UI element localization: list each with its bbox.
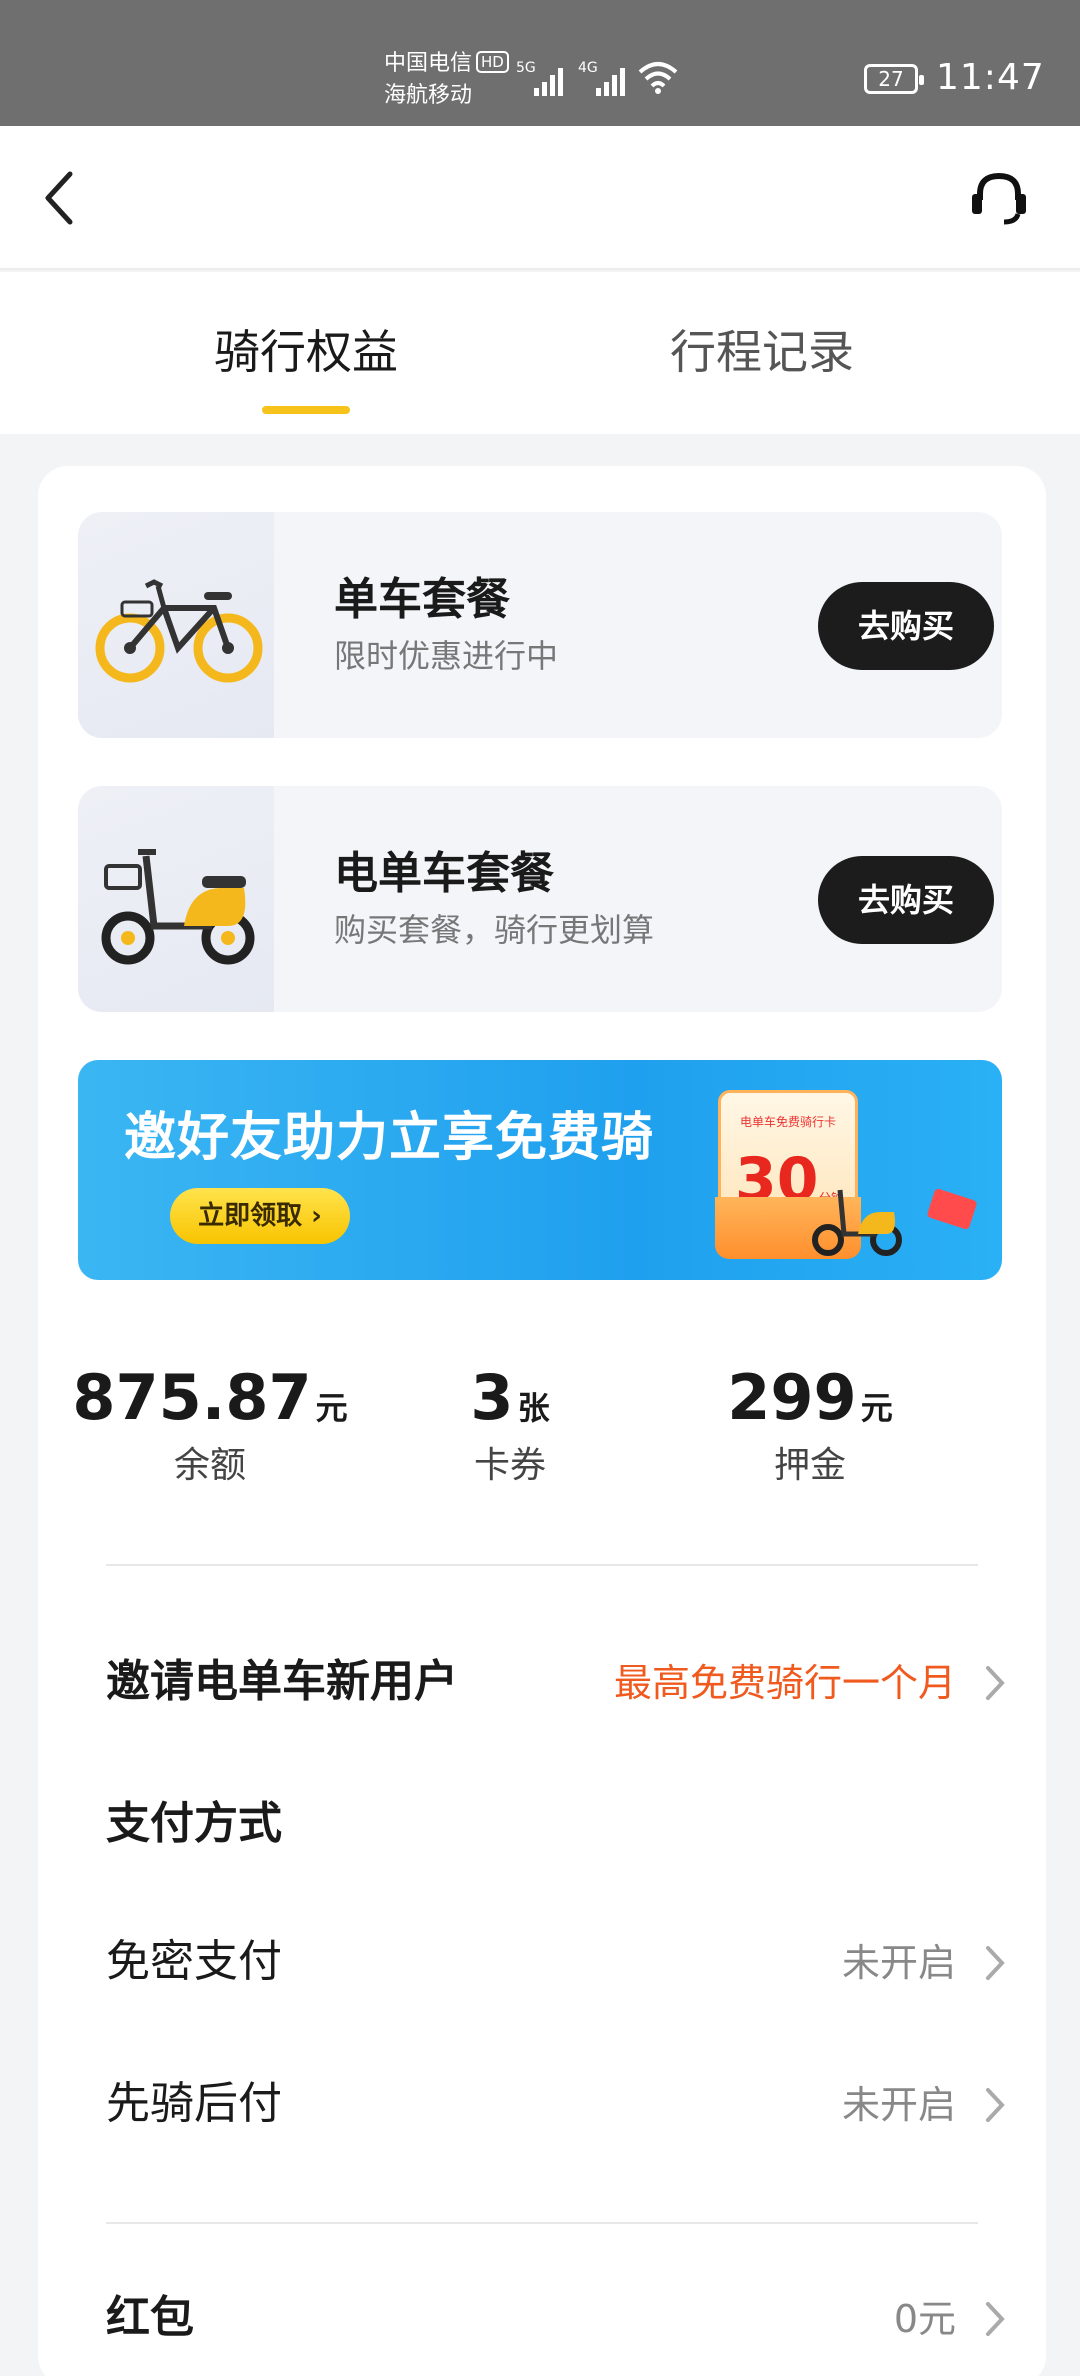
benefits-card: 单车套餐 限时优惠进行中 去购买 电单车套餐 购买套餐，骑行更划算 去购买 邀好…	[38, 466, 1046, 2376]
tab-bar: 骑行权益 行程记录	[0, 272, 1080, 434]
package-title: 单车套餐	[334, 574, 510, 625]
red-envelope-decoration	[926, 1187, 978, 1231]
tab-trip-records[interactable]: 行程记录	[670, 322, 854, 382]
package-subtitle: 购买套餐，骑行更划算	[334, 911, 655, 949]
balance-stat[interactable]: 875.87 元 余额	[60, 1360, 360, 1490]
ride-first-status: 未开启	[841, 2083, 956, 2127]
coupons-value: 3	[470, 1361, 514, 1434]
ride-first-label: 先骑后付	[106, 2078, 282, 2129]
password-free-status: 未开启	[841, 1941, 956, 1985]
coupons-stat[interactable]: 3张 卡券	[360, 1360, 660, 1490]
coupon-title: 电单车免费骑行卡	[739, 1115, 836, 1129]
carrier-2: 海航移动	[384, 83, 473, 108]
red-packet-label: 红包	[106, 2292, 194, 2343]
package-title: 电单车套餐	[334, 848, 554, 899]
chevron-right-icon	[986, 1666, 1005, 1700]
active-tab-indicator	[262, 406, 350, 414]
buy-bike-package-button[interactable]: 去购买	[818, 582, 994, 670]
battery-icon: 27	[864, 64, 924, 94]
invite-value: 最高免费骑行一个月	[613, 1661, 956, 1705]
divider	[106, 1564, 978, 1566]
invite-ebike-user-row[interactable]: 邀请电单车新用户 最高免费骑行一个月	[106, 1642, 1010, 1722]
tab-ride-benefits[interactable]: 骑行权益	[214, 322, 398, 382]
chevron-right-icon	[986, 2302, 1005, 2336]
clock: 11:47	[936, 57, 1045, 98]
coupons-label: 卡券	[473, 1445, 546, 1486]
scooter-illustration-icon	[812, 1189, 902, 1256]
back-icon[interactable]	[36, 168, 86, 228]
chevron-right-icon	[986, 1946, 1005, 1980]
deposit-unit: 元	[860, 1389, 893, 1427]
divider	[106, 2222, 978, 2224]
customer-service-icon[interactable]	[968, 170, 1030, 228]
coupons-unit: 张	[517, 1389, 550, 1427]
balance-value: 875.87	[72, 1361, 312, 1434]
nav-header	[0, 126, 1080, 270]
banner-title: 邀好友助力立享免费骑	[124, 1108, 655, 1168]
hd-badge: HD	[476, 51, 509, 73]
ride-first-pay-later-row[interactable]: 先骑后付 未开启	[106, 2064, 1010, 2144]
deposit-stat[interactable]: 299 元 押金	[660, 1360, 960, 1490]
red-packet-row[interactable]: 红包 0元	[106, 2278, 1010, 2358]
coupon-value: 30	[735, 1145, 819, 1215]
invite-friends-banner[interactable]: 邀好友助力立享免费骑 立即领取 › 电单车免费骑行卡 30 分钟	[78, 1060, 1002, 1280]
deposit-label: 押金	[773, 1445, 846, 1486]
chevron-right-icon	[986, 2088, 1005, 2122]
carrier-info: 中国电信 HD 海航移动	[384, 48, 509, 112]
package-subtitle: 限时优惠进行中	[334, 637, 559, 675]
status-bar: 中国电信 HD 海航移动 5G 4G 27 11:47	[0, 0, 1080, 126]
bike-thumbnail	[78, 512, 274, 738]
balance-label: 余额	[173, 1445, 246, 1486]
password-free-payment-row[interactable]: 免密支付 未开启	[106, 1922, 1010, 2002]
ebike-package-card[interactable]: 电单车套餐 购买套餐，骑行更划算 去购买	[78, 786, 1002, 1012]
carrier-1: 中国电信	[384, 51, 473, 76]
claim-now-button[interactable]: 立即领取 ›	[170, 1188, 350, 1244]
red-packet-value: 0元	[893, 2297, 956, 2341]
wifi-icon	[638, 62, 678, 94]
electric-bike-icon	[101, 849, 255, 965]
bike-package-card[interactable]: 单车套餐 限时优惠进行中 去购买	[78, 512, 1002, 738]
password-free-label: 免密支付	[106, 1936, 282, 1987]
payment-section-title: 支付方式	[106, 1798, 282, 1849]
payment-section: 支付方式	[106, 1784, 1010, 1864]
ebike-thumbnail	[78, 786, 274, 1012]
bicycle-icon	[95, 579, 263, 683]
invite-label: 邀请电单车新用户	[106, 1656, 458, 1707]
deposit-value: 299	[727, 1361, 857, 1434]
buy-ebike-package-button[interactable]: 去购买	[818, 856, 994, 944]
balance-unit: 元	[315, 1389, 348, 1427]
